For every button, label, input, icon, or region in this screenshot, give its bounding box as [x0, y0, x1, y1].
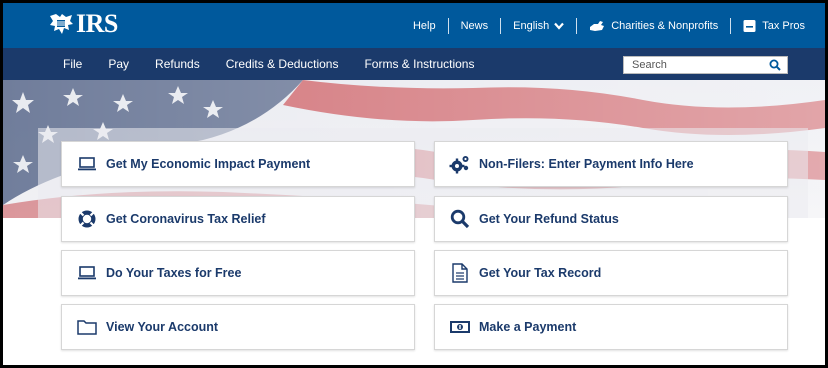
search-box: [623, 56, 788, 74]
nav-item-refunds[interactable]: Refunds: [155, 57, 200, 71]
laptop-icon: [76, 153, 98, 175]
tile-economic-impact-payment[interactable]: Get My Economic Impact Payment: [61, 141, 415, 187]
tile-tax-record[interactable]: Get Your Tax Record: [434, 250, 788, 296]
tile-label: Get Your Refund Status: [479, 212, 619, 226]
briefcase-icon: [743, 19, 756, 32]
tax-pros-label: Tax Pros: [762, 19, 805, 32]
tax-pros-link[interactable]: Tax Pros: [743, 19, 805, 33]
main-nav: File Pay Refunds Credits & Deductions Fo…: [3, 48, 825, 80]
nav-items: File Pay Refunds Credits & Deductions Fo…: [63, 48, 500, 80]
divider: [576, 17, 578, 34]
eagle-logo-icon: [50, 14, 73, 34]
tile-label: Make a Payment: [479, 320, 577, 334]
laptop-icon: [76, 262, 98, 284]
tile-label: Get My Economic Impact Payment: [106, 157, 311, 171]
tile-label: Get Coronavirus Tax Relief: [106, 212, 266, 226]
nav-item-credits-deductions[interactable]: Credits & Deductions: [226, 57, 339, 71]
irs-logo[interactable]: IRS: [48, 11, 118, 37]
hand-icon: [590, 20, 605, 31]
tile-make-payment[interactable]: Make a Payment: [434, 304, 788, 350]
tile-coronavirus-tax-relief[interactable]: Get Coronavirus Tax Relief: [61, 196, 415, 242]
utility-bar: IRS Help News English Charities & Nonpro…: [3, 3, 825, 48]
search-icon[interactable]: [769, 59, 781, 71]
language-label: English: [513, 19, 550, 32]
divider: [500, 17, 502, 34]
news-link[interactable]: News: [461, 20, 489, 32]
divider: [730, 17, 732, 34]
tile-free-file[interactable]: Do Your Taxes for Free: [61, 250, 415, 296]
document-icon: [449, 262, 471, 284]
tile-label: Get Your Tax Record: [479, 266, 602, 280]
charities-label: Charities & Nonprofits: [611, 19, 719, 32]
tile-view-account[interactable]: View Your Account: [61, 304, 415, 350]
tile-label: Non-Filers: Enter Payment Info Here: [479, 157, 694, 171]
search-input[interactable]: [624, 57, 764, 73]
gears-icon: [449, 153, 471, 175]
logo-text: IRS: [76, 9, 118, 38]
lifebuoy-icon: [76, 208, 98, 230]
nav-item-pay[interactable]: Pay: [108, 57, 129, 71]
help-link[interactable]: Help: [413, 20, 436, 32]
chevron-down-icon: [554, 22, 565, 30]
money-icon: [449, 316, 471, 338]
language-selector[interactable]: English: [513, 19, 565, 32]
nav-item-file[interactable]: File: [63, 57, 82, 71]
tile-non-filers[interactable]: Non-Filers: Enter Payment Info Here: [434, 141, 788, 187]
charities-link[interactable]: Charities & Nonprofits: [589, 19, 718, 33]
tile-label: Do Your Taxes for Free: [106, 266, 242, 280]
magnifier-icon: [449, 208, 471, 230]
utility-links: Help News English Charities & Nonprofits: [413, 3, 805, 48]
tile-label: View Your Account: [106, 320, 219, 334]
divider: [447, 17, 449, 34]
nav-item-forms-instructions[interactable]: Forms & Instructions: [364, 57, 474, 71]
folder-icon: [76, 316, 98, 338]
page-frame: IRS Help News English Charities & Nonpro…: [0, 0, 828, 368]
tile-refund-status[interactable]: Get Your Refund Status: [434, 196, 788, 242]
